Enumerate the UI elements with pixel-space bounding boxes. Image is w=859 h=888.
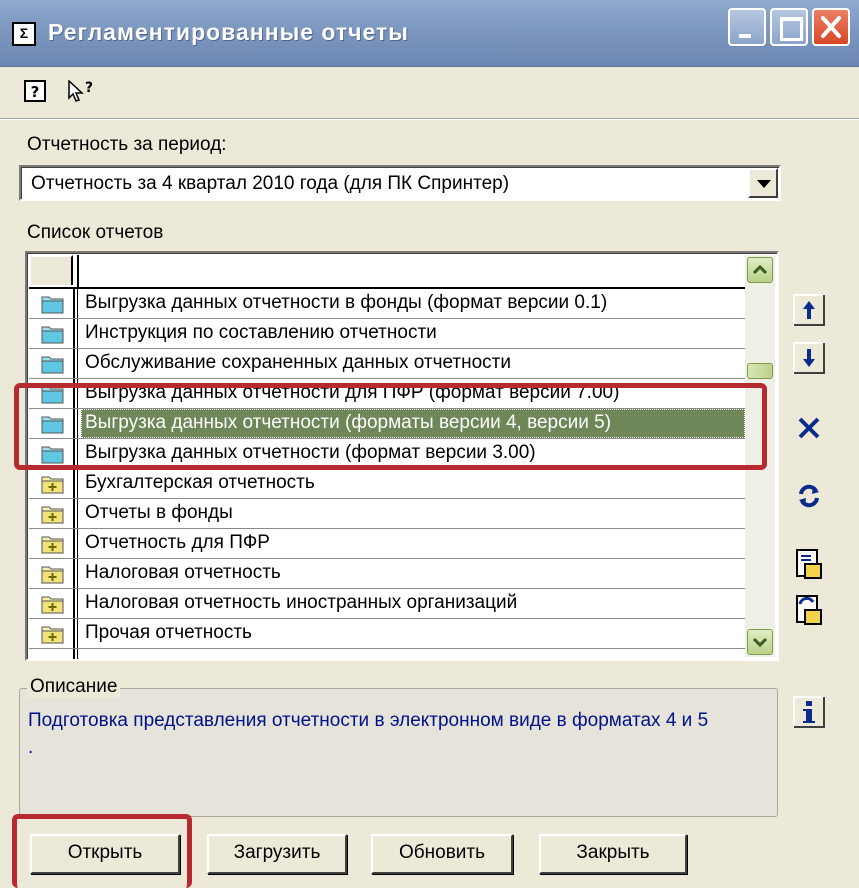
yellow-folder-plus-icon	[41, 596, 64, 614]
maximize-button[interactable]	[770, 8, 808, 46]
whats-this-icon[interactable]: ?	[66, 80, 98, 102]
list-item[interactable]: Инструкция по составлению отчетности	[29, 319, 745, 349]
app-icon: Σ	[12, 22, 36, 46]
header-column-divider	[77, 255, 82, 287]
list-item-label: Инструкция по составлению отчетности	[85, 322, 437, 343]
toolbar-separator	[0, 118, 859, 120]
yellow-folder-plus-icon	[41, 476, 64, 494]
list-item[interactable]: Бухгалтерская отчетность	[29, 469, 745, 499]
column-divider	[77, 349, 80, 378]
list-item-label: Бухгалтерская отчетность	[85, 472, 315, 493]
move-up-button[interactable]	[791, 292, 827, 328]
blue-folder-icon	[41, 326, 64, 344]
list-header	[29, 255, 745, 289]
save-report-button[interactable]	[791, 546, 827, 582]
list-item[interactable]: Отчеты в фонды	[29, 499, 745, 529]
highlight-box-open-button	[12, 814, 192, 888]
list-item-label: Прочая отчетность	[85, 622, 252, 643]
column-divider	[77, 319, 80, 348]
scroll-up-button[interactable]	[747, 257, 773, 283]
svg-text:?: ?	[31, 83, 40, 101]
list-item-icon-cell	[29, 559, 75, 588]
load-button[interactable]: Загрузить	[207, 834, 347, 874]
list-item-icon-cell	[29, 499, 75, 528]
disk-load-icon	[796, 595, 822, 625]
list-item-icon-cell	[29, 589, 75, 618]
column-divider	[77, 289, 80, 318]
chevron-up-icon	[752, 264, 768, 275]
list-item[interactable]: Налоговая отчетность иностранных организ…	[29, 589, 745, 619]
list-item-icon-cell	[29, 319, 75, 348]
list-item[interactable]: Обслуживание сохраненных данных отчетнос…	[29, 349, 745, 379]
arrow-down-icon	[793, 342, 825, 374]
blue-folder-icon	[41, 296, 64, 314]
update-button[interactable]: Обновить	[371, 834, 513, 874]
list-item-label: Отчеты в фонды	[85, 502, 233, 523]
list-item[interactable]: Налоговая отчетность	[29, 559, 745, 589]
yellow-folder-plus-icon	[41, 506, 64, 524]
move-down-button[interactable]	[791, 340, 827, 376]
title-bar[interactable]: Σ Регламентированные отчеты	[0, 0, 859, 67]
period-select-value: Отчетность за 4 квартал 2010 года (для П…	[31, 173, 510, 194]
period-label: Отчетность за период:	[27, 134, 227, 155]
scroll-down-button[interactable]	[747, 629, 773, 655]
list-item-icon-cell	[29, 289, 75, 318]
yellow-folder-plus-icon	[41, 536, 64, 554]
blue-folder-icon	[41, 356, 64, 374]
chevron-down-icon	[752, 637, 768, 648]
list-item[interactable]: Отчетность для ПФР	[29, 529, 745, 559]
minimize-button[interactable]	[728, 8, 766, 46]
chevron-down-icon[interactable]	[748, 168, 778, 198]
list-item[interactable]: Прочая отчетность	[29, 619, 745, 649]
arrow-up-icon	[793, 294, 825, 326]
column-divider	[77, 529, 80, 558]
column-divider	[77, 619, 80, 648]
highlight-box-selected-reports	[14, 383, 767, 470]
info-icon	[793, 696, 825, 728]
column-divider	[77, 559, 80, 588]
close-window-button[interactable]	[812, 8, 850, 46]
load-report-button[interactable]	[791, 592, 827, 628]
yellow-folder-plus-icon	[41, 626, 64, 644]
delete-button[interactable]	[791, 410, 827, 446]
disk-save-icon	[796, 549, 822, 579]
window-title: Регламентированные отчеты	[48, 19, 409, 45]
list-item-icon-cell	[29, 349, 75, 378]
description-label: Описание	[27, 676, 121, 698]
info-button[interactable]	[791, 694, 827, 730]
list-item-label: Налоговая отчетность иностранных организ…	[85, 592, 518, 613]
close-button[interactable]: Закрыть	[539, 834, 687, 874]
reports-label: Список отчетов	[27, 222, 164, 243]
list-item-label: Обслуживание сохраненных данных отчетнос…	[85, 352, 511, 373]
list-item[interactable]: Выгрузка данных отчетности в фонды (форм…	[29, 289, 745, 319]
scroll-thumb[interactable]	[747, 363, 773, 379]
delete-x-icon	[798, 417, 820, 439]
list-item-label: Выгрузка данных отчетности в фонды (форм…	[85, 292, 608, 313]
refresh-list-button[interactable]	[791, 478, 827, 514]
refresh-icon	[799, 484, 819, 508]
list-item-label: Налоговая отчетность	[85, 562, 281, 583]
header-icon-column	[29, 255, 73, 285]
period-select[interactable]: Отчетность за 4 квартал 2010 года (для П…	[19, 165, 781, 201]
svg-text:?: ?	[85, 80, 93, 96]
description-text: Подготовка представления отчетности в эл…	[28, 710, 709, 758]
list-item-icon-cell	[29, 469, 75, 498]
help-icon[interactable]: ?	[24, 80, 46, 102]
list-item-icon-cell	[29, 529, 75, 558]
list-item-label: Отчетность для ПФР	[85, 532, 270, 553]
column-divider	[77, 499, 80, 528]
column-divider	[77, 589, 80, 618]
column-divider	[77, 469, 80, 498]
yellow-folder-plus-icon	[41, 566, 64, 584]
list-item-icon-cell	[29, 619, 75, 648]
close-icon	[821, 16, 841, 38]
